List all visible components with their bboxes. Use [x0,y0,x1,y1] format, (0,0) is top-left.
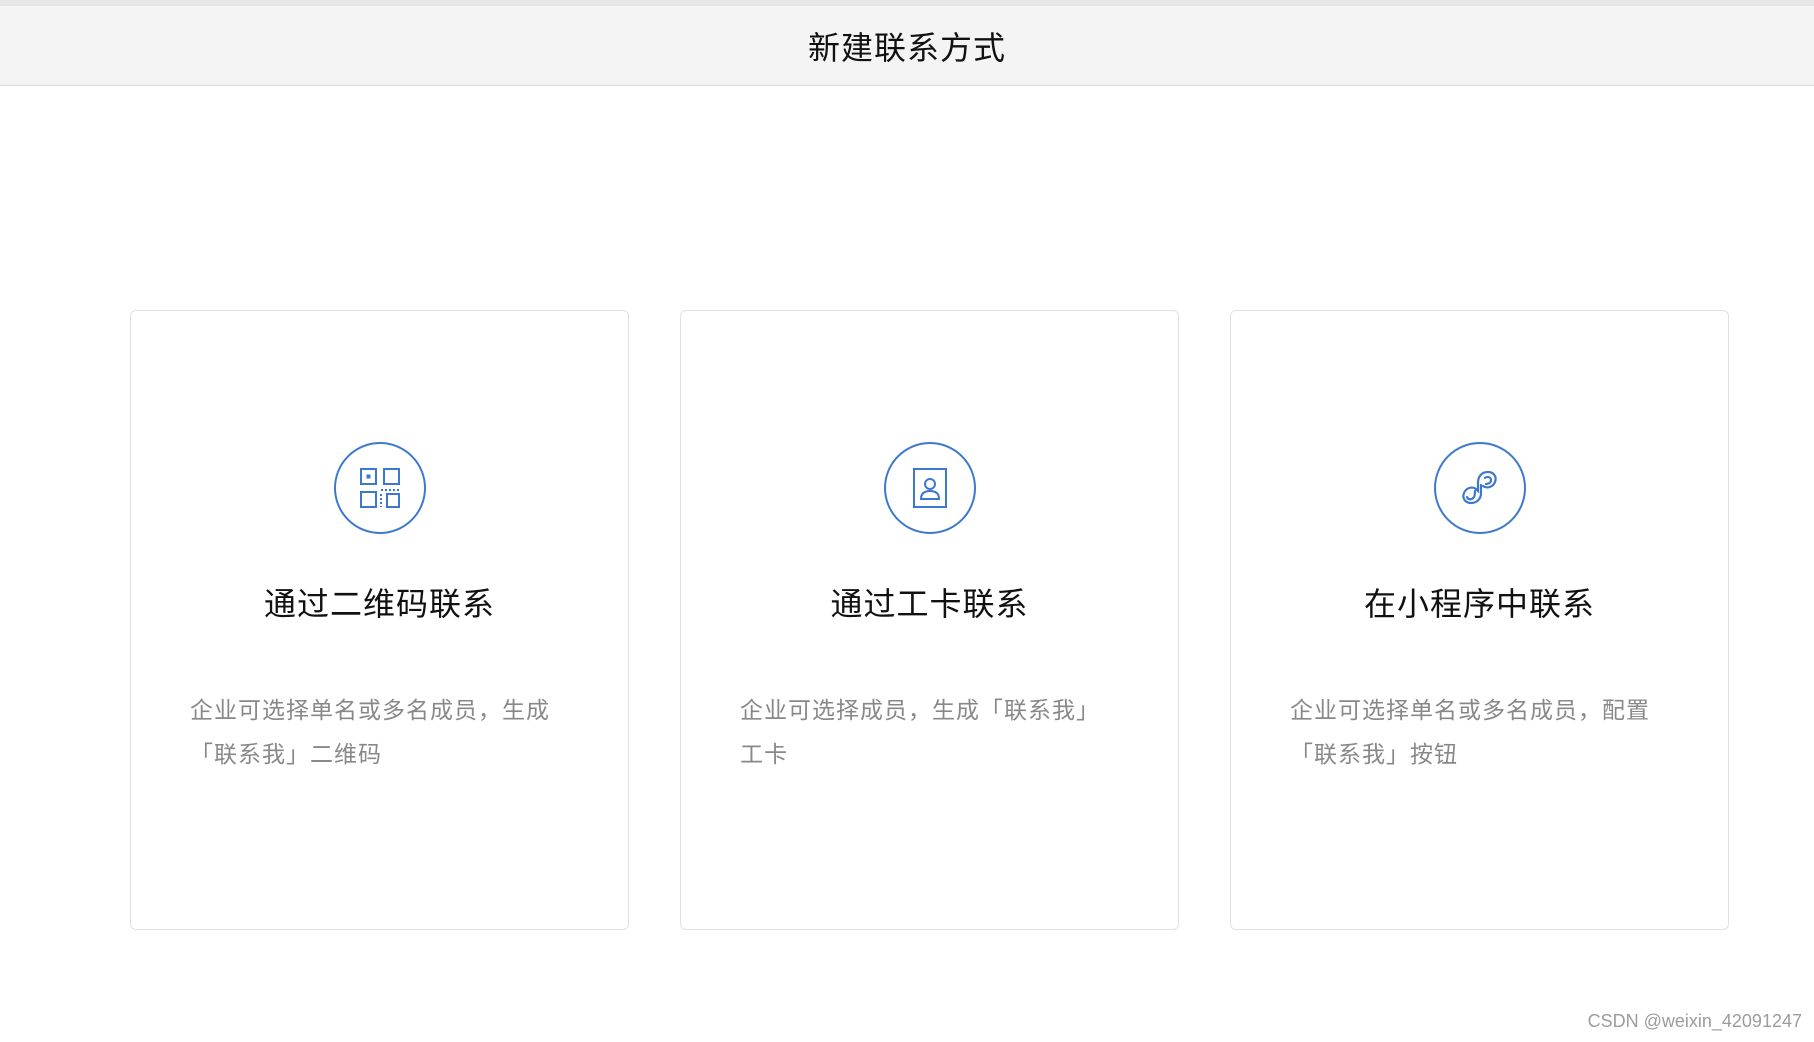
mini-program-contact-card[interactable]: 在小程序中联系 企业可选择单名或多名成员，配置 「联系我」按钮 [1230,310,1729,930]
mini-program-icon [1434,442,1526,534]
qrcode-contact-card[interactable]: 通过二维码联系 企业可选择单名或多名成员，生成 「联系我」二维码 [130,310,629,930]
card-description-line: 企业可选择单名或多名成员，生成 [190,698,550,724]
work-card-contact-card[interactable]: 通过工卡联系 企业可选择成员，生成「联系我」 工卡 [680,310,1179,930]
page-title: 新建联系方式 [807,28,1006,67]
card-title: 通过二维码联系 [263,585,495,623]
card-description-line: 企业可选择单名或多名成员，配置 [1290,698,1650,724]
qrcode-icon [334,442,426,534]
card-description-line: 「联系我」二维码 [190,742,382,768]
card-description-line: 「联系我」按钮 [1290,742,1458,768]
card-title: 通过工卡联系 [830,585,1029,623]
card-description-line: 工卡 [740,742,788,768]
card-description: 企业可选择单名或多名成员，生成 「联系我」二维码 [190,689,570,777]
page-header: 新建联系方式 [0,6,1814,86]
card-description-line: 企业可选择成员，生成「联系我」 [740,698,1100,724]
card-description: 企业可选择单名或多名成员，配置 「联系我」按钮 [1290,689,1670,777]
watermark: CSDN @weixin_42091247 [1587,1011,1802,1031]
work-card-icon [884,442,976,534]
card-description: 企业可选择成员，生成「联系我」 工卡 [740,689,1120,777]
card-title: 在小程序中联系 [1363,585,1595,623]
